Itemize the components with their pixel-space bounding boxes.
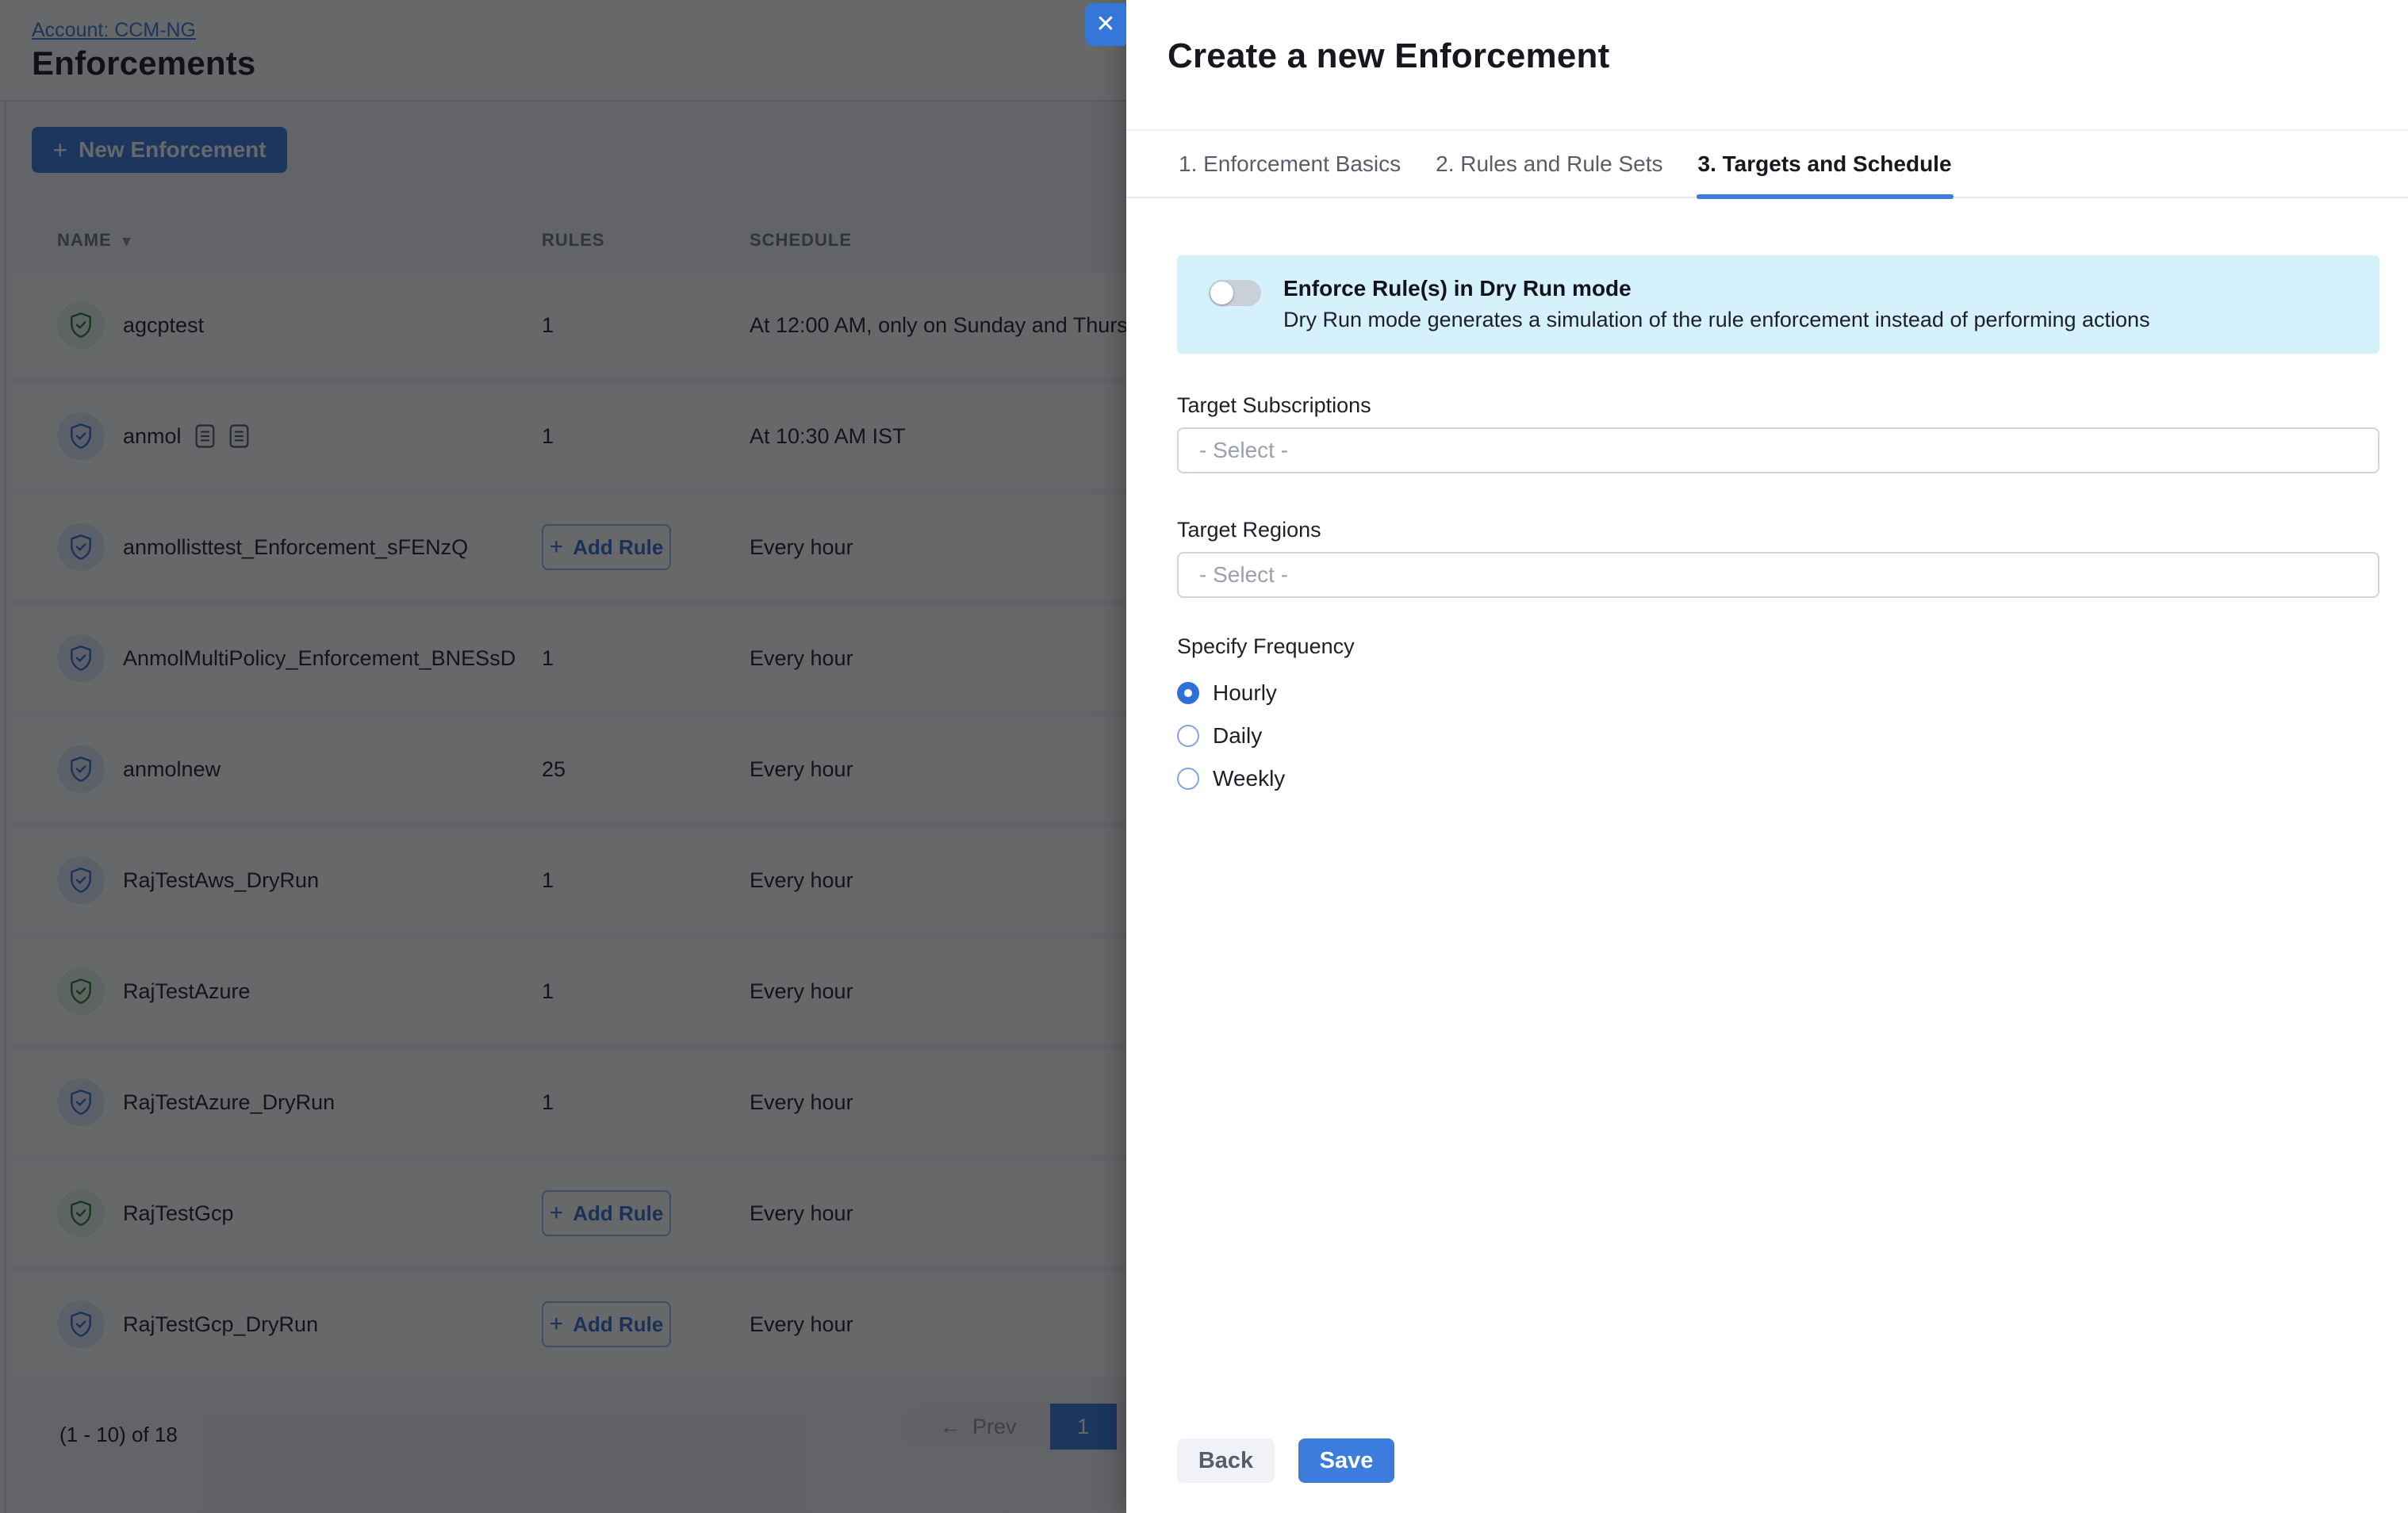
target-regions-select[interactable]: - Select - bbox=[1177, 552, 2379, 598]
back-button[interactable]: Back bbox=[1177, 1438, 1275, 1483]
target-subscriptions-select[interactable]: - Select - bbox=[1177, 427, 2379, 473]
drawer-footer: Back Save bbox=[1126, 1438, 2408, 1513]
toggle-knob bbox=[1210, 282, 1233, 305]
screen: Account: CCM-NG Enforcements + New Enfor… bbox=[0, 0, 2408, 1513]
dry-run-description: Dry Run mode generates a simulation of t… bbox=[1283, 308, 2150, 332]
radio-unchecked-icon bbox=[1177, 725, 1199, 747]
drawer-header: Create a new Enforcement bbox=[1126, 0, 2408, 131]
radio-checked-icon bbox=[1177, 682, 1199, 704]
drawer-content: Enforce Rule(s) in Dry Run mode Dry Run … bbox=[1126, 255, 2408, 800]
radio-option-daily[interactable]: Daily bbox=[1177, 714, 2379, 757]
close-icon: ✕ bbox=[1095, 13, 1115, 36]
select-placeholder: - Select - bbox=[1199, 438, 1288, 463]
save-button[interactable]: Save bbox=[1298, 1438, 1394, 1483]
radio-unchecked-icon bbox=[1177, 768, 1199, 790]
dry-run-title: Enforce Rule(s) in Dry Run mode bbox=[1283, 276, 1632, 301]
wizard-tabs: 1. Enforcement Basics 2. Rules and Rule … bbox=[1126, 131, 2408, 198]
target-regions-label: Target Regions bbox=[1177, 518, 2379, 542]
tab-targets-and-schedule[interactable]: 3. Targets and Schedule bbox=[1697, 130, 1954, 197]
dry-run-banner: Enforce Rule(s) in Dry Run mode Dry Run … bbox=[1177, 255, 2379, 354]
create-enforcement-drawer: ✕ Create a new Enforcement 1. Enforcemen… bbox=[1126, 0, 2408, 1513]
tab-rules-and-rule-sets[interactable]: 2. Rules and Rule Sets bbox=[1434, 130, 1664, 197]
radio-option-weekly[interactable]: Weekly bbox=[1177, 757, 2379, 800]
frequency-radio-group: Hourly Daily Weekly bbox=[1177, 672, 2379, 800]
specify-frequency-label: Specify Frequency bbox=[1177, 634, 2379, 659]
select-placeholder: - Select - bbox=[1199, 562, 1288, 588]
close-button[interactable]: ✕ bbox=[1085, 3, 1126, 46]
radio-option-hourly[interactable]: Hourly bbox=[1177, 672, 2379, 714]
dry-run-toggle[interactable] bbox=[1209, 280, 1261, 306]
target-subscriptions-label: Target Subscriptions bbox=[1177, 393, 2379, 418]
tab-enforcement-basics[interactable]: 1. Enforcement Basics bbox=[1177, 130, 1402, 197]
drawer-title: Create a new Enforcement bbox=[1168, 36, 2408, 76]
